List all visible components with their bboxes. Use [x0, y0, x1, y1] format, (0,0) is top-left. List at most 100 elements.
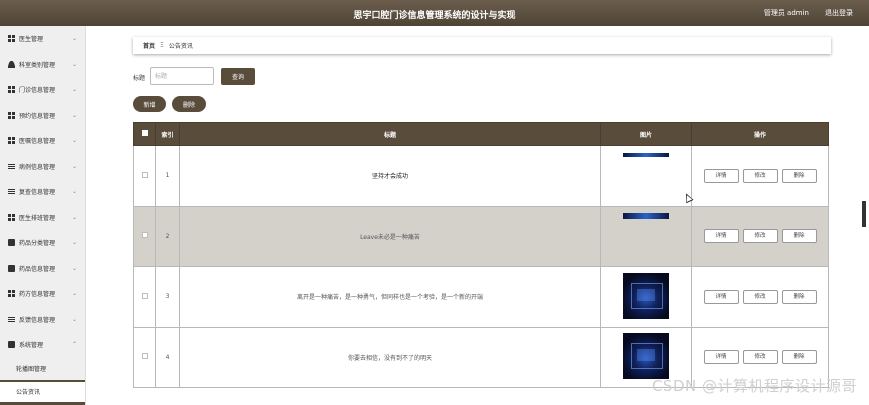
- query-button[interactable]: 查询: [221, 68, 255, 85]
- chevron-down-icon: ⌄: [71, 213, 77, 221]
- row-index: 1: [155, 145, 180, 207]
- sidebar-item-label: 反馈信息管理: [19, 316, 56, 324]
- sidebar-item-label: 药品分类管理: [19, 240, 56, 248]
- sidebar-item-label: 药方信息管理: [19, 291, 56, 299]
- list-icon: [8, 162, 15, 170]
- current-user: 管理员 admin: [763, 9, 809, 17]
- grid-icon: [8, 111, 15, 119]
- sidebar-item-label: 科室类别管理: [19, 61, 56, 69]
- app-title: 思宇口腔门诊信息管理系统的设计与实现: [353, 11, 516, 21]
- sidebar-item-label: 医生管理: [19, 36, 44, 44]
- column-header-actions: 操作: [691, 122, 829, 146]
- chevron-down-icon: ⌄: [71, 315, 77, 323]
- grid-icon: [8, 137, 15, 145]
- sidebar-item-feedback[interactable]: 反馈信息管理 ⌄: [0, 307, 85, 333]
- detail-button[interactable]: 详情: [703, 229, 739, 244]
- sidebar-item-doctor[interactable]: 医生管理 ⌄: [0, 26, 85, 52]
- sidebar-item-label: 系统管理: [19, 342, 44, 350]
- sidebar-item-department[interactable]: 科室类别管理 ⌄: [0, 52, 85, 78]
- sidebar-subitem-notice[interactable]: 公告资讯: [0, 379, 85, 402]
- grid-icon: [8, 35, 15, 43]
- chevron-down-icon: ⌄: [71, 60, 77, 68]
- sidebar-item-label: 门诊信息管理: [19, 87, 56, 95]
- edit-button[interactable]: 修改: [742, 229, 778, 244]
- notice-image: [623, 272, 669, 319]
- sidebar-item-schedule[interactable]: 医生排班管理 ⌄: [0, 205, 85, 231]
- title-search-input[interactable]: [150, 67, 214, 85]
- sidebar-item-prescription[interactable]: 药方信息管理 ⌄: [0, 281, 85, 307]
- delete-button[interactable]: 删除: [781, 168, 817, 183]
- breadcrumb-separator: Ξ: [160, 42, 164, 49]
- chart-icon: [8, 315, 15, 323]
- detail-button[interactable]: 详情: [703, 168, 739, 183]
- chevron-down-icon: ⌄: [71, 239, 77, 246]
- watermark: CSDN @计算机程序设计源哥: [651, 377, 857, 395]
- breadcrumb-home[interactable]: 首页: [143, 41, 155, 50]
- sidebar-item-drug-category[interactable]: 药品分类管理 ⌄: [0, 230, 85, 256]
- top-bar: 思宇口腔门诊信息管理系统的设计与实现 管理员 admin 退出登录: [0, 0, 869, 26]
- select-all-checkbox[interactable]: [141, 130, 148, 136]
- square-icon: [8, 341, 15, 349]
- column-header-image: 图片: [600, 122, 692, 146]
- sidebar-item-label: 复查信息管理: [19, 189, 56, 197]
- chevron-down-icon: ⌄: [71, 86, 77, 93]
- row-checkbox[interactable]: [141, 232, 148, 239]
- delete-button[interactable]: 删除: [781, 229, 817, 244]
- scrollbar-thumb[interactable]: [862, 201, 866, 227]
- batch-delete-button[interactable]: 删除: [172, 96, 206, 112]
- sidebar-item-appointment[interactable]: 预约信息管理 ⌄: [0, 103, 85, 129]
- select-all-cell[interactable]: [133, 122, 156, 146]
- row-index: 3: [155, 266, 180, 328]
- detail-button[interactable]: 详情: [703, 289, 739, 304]
- square-icon: [8, 239, 15, 247]
- list-icon: [8, 188, 15, 196]
- chevron-down-icon: ⌄: [71, 111, 77, 119]
- sidebar-item-drug-info[interactable]: 药品信息管理 ⌄: [0, 256, 85, 282]
- delete-button[interactable]: 删除: [781, 350, 817, 365]
- notice-image: [623, 212, 669, 219]
- row-checkbox[interactable]: [141, 353, 148, 360]
- column-header-title: 标题: [179, 122, 601, 146]
- sidebar-item-label: 医生排班管理: [19, 214, 56, 222]
- row-title: Leave未必是一种痛苦: [179, 205, 601, 267]
- sidebar-item-advice[interactable]: 医嘱信息管理 ⌄: [0, 128, 85, 154]
- sidebar-item-case[interactable]: 病例信息管理 ⌄: [0, 154, 85, 180]
- table-header-row: 索引 标题 图片 操作: [133, 122, 829, 146]
- column-header-index: 索引: [155, 122, 180, 146]
- sidebar-item-label: 病例信息管理: [19, 163, 56, 171]
- sidebar-item-system[interactable]: 系统管理 ⌃: [0, 332, 85, 358]
- sidebar-divider: [0, 401, 85, 405]
- add-button[interactable]: 新增: [133, 96, 166, 112]
- edit-button[interactable]: 修改: [742, 289, 778, 304]
- sidebar-item-label: 药品信息管理: [19, 265, 56, 273]
- chevron-down-icon: ⌄: [71, 35, 77, 42]
- chevron-down-icon: ⌄: [71, 290, 77, 297]
- chevron-down-icon: ⌄: [71, 264, 77, 272]
- chevron-up-icon: ⌃: [71, 341, 77, 348]
- detail-button[interactable]: 详情: [703, 350, 739, 365]
- sidebar: 医生管理 ⌄ 科室类别管理 ⌄ 门诊信息管理 ⌄ 预约信息管理 ⌄ 医嘱信息管理 ⌄ 病例…: [0, 26, 86, 405]
- breadcrumb: 首页 Ξ 公告资讯: [133, 37, 831, 54]
- delete-button[interactable]: 删除: [781, 289, 817, 304]
- sidebar-subitem-carousel[interactable]: 轮播图管理: [0, 358, 85, 380]
- logout-link[interactable]: 退出登录: [825, 8, 853, 18]
- square-icon: [8, 264, 15, 272]
- row-title: 你要去相信，没有到不了的明天: [179, 326, 601, 388]
- table-row: 3 离开是一种痛苦，是一种勇气，但同样也是一个考验，是一个新的开端 详情 修改 删除: [133, 266, 829, 328]
- sidebar-item-recheck[interactable]: 复查信息管理 ⌄: [0, 179, 85, 205]
- grid-icon: [8, 290, 15, 298]
- edit-button[interactable]: 修改: [742, 168, 778, 183]
- person-icon: [8, 60, 15, 68]
- breadcrumb-current: 公告资讯: [168, 43, 193, 50]
- row-checkbox[interactable]: [141, 292, 148, 299]
- row-checkbox[interactable]: [141, 171, 148, 178]
- table-row: 2 Leave未必是一种痛苦 详情 修改 删除: [133, 205, 829, 267]
- sidebar-item-clinic[interactable]: 门诊信息管理 ⌄: [0, 77, 85, 103]
- edit-button[interactable]: 修改: [742, 350, 778, 365]
- table-row: 1 坚持才会成功 详情 修改 删除: [133, 145, 829, 207]
- chevron-down-icon: ⌄: [71, 162, 77, 170]
- chevron-down-icon: ⌄: [71, 188, 77, 195]
- row-index: 2: [155, 205, 180, 267]
- row-title: 坚持才会成功: [179, 145, 601, 207]
- notice-image: [623, 153, 669, 157]
